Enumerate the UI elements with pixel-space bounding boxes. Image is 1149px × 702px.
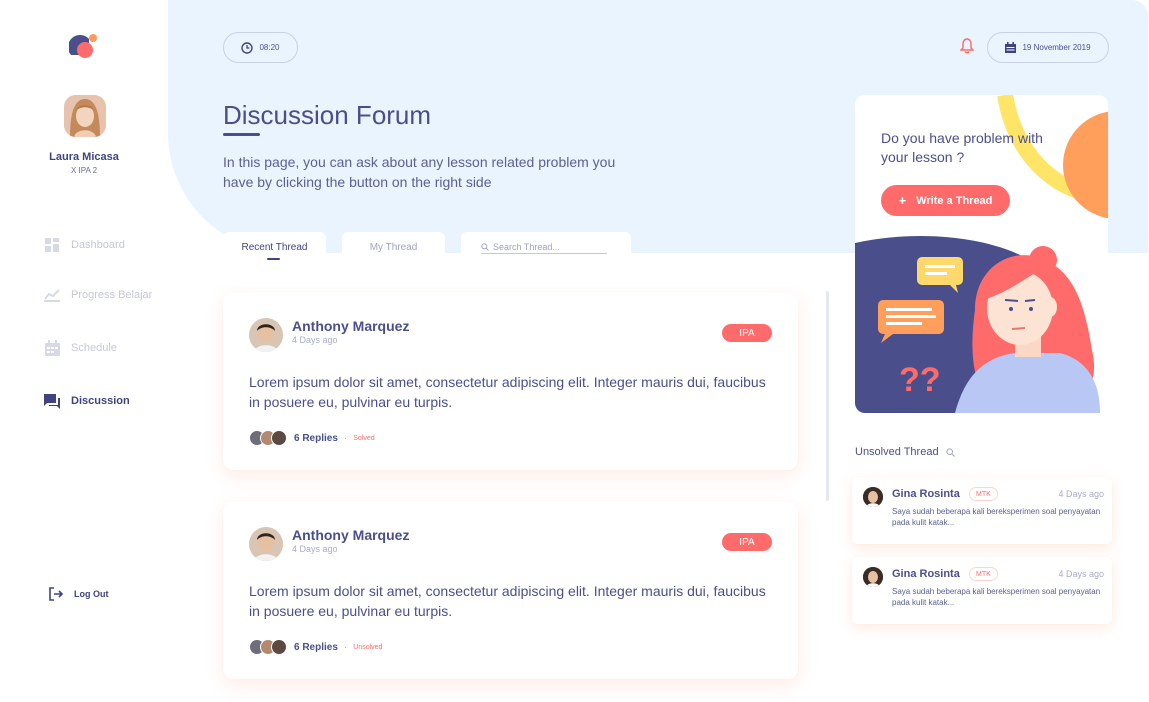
separator: ·: [343, 432, 348, 444]
author-name: Gina Rosinta: [892, 568, 960, 580]
title-underline: [223, 133, 260, 136]
sidebar-item-schedule[interactable]: Schedule: [43, 338, 117, 358]
unsolved-thread-heading: Unsolved Thread: [855, 446, 955, 458]
subject-badge: MTK: [969, 567, 998, 581]
active-tab-indicator: [267, 258, 280, 260]
user-name: Laura Micasa: [49, 151, 119, 163]
clock-icon: [241, 41, 254, 54]
author-avatar[interactable]: [249, 318, 283, 352]
author-name[interactable]: Anthony Marquez: [292, 527, 409, 543]
calendar-icon: [43, 340, 61, 356]
user-class: X IPA 2: [70, 166, 98, 175]
status-label: Unsolved: [353, 643, 383, 651]
write-thread-label: Write a Thread: [916, 194, 993, 207]
sidebar-item-label: Progress Belajar: [71, 289, 153, 301]
sidebar-item-discussion[interactable]: Discussion: [43, 391, 130, 411]
page-title: Discussion Forum: [223, 100, 432, 130]
unsolved-thread-item[interactable]: Gina Rosinta MTK 4 Days ago Saya sudah b…: [852, 477, 1112, 544]
date-value: 19 November 2019: [1022, 43, 1091, 52]
post-time: 4 Days ago: [292, 544, 338, 554]
post-time: 4 Days ago: [292, 335, 338, 345]
time-value: 08:20: [259, 43, 280, 52]
search-icon: [481, 242, 489, 251]
subject-badge: IPA: [722, 324, 772, 342]
post-time: 4 Days ago: [1058, 489, 1104, 499]
search-icon[interactable]: [945, 447, 955, 457]
search-placeholder: Search Thread...: [493, 241, 560, 252]
dashboard-icon: [43, 237, 61, 253]
search-input[interactable]: Search Thread...: [481, 240, 607, 254]
thread-body: Lorem ipsum dolor sit amet, consectetur …: [249, 583, 766, 619]
thread-card[interactable]: Anthony Marquez 4 Days ago IPA Lorem ips…: [223, 292, 798, 470]
unsolved-title-text: Unsolved Thread: [855, 446, 939, 458]
write-thread-promo-card: ?? Do you have problem with your lesson …: [855, 95, 1108, 413]
user-avatar[interactable]: [64, 95, 106, 137]
promo-text: Do you have problem with your lesson ?: [881, 130, 1043, 165]
reply-avatar: [271, 430, 287, 446]
notification-bell-icon[interactable]: [960, 38, 974, 54]
chart-icon: [43, 287, 61, 303]
sidebar-item-label: Schedule: [71, 342, 117, 354]
separator: ·: [343, 641, 348, 653]
sidebar-item-dashboard[interactable]: Dashboard: [43, 235, 125, 255]
app-logo[interactable]: [69, 33, 99, 59]
tab-label: Recent Thread: [241, 241, 308, 253]
sidebar-item-label: Discussion: [71, 395, 130, 407]
thread-card[interactable]: Anthony Marquez 4 Days ago IPA Lorem ips…: [223, 501, 798, 679]
status-label: Solved: [353, 434, 375, 442]
sidebar: Laura Micasa X IPA 2 Dashboard Progress …: [0, 0, 168, 702]
subject-badge: MTK: [969, 487, 998, 501]
tab-label: My Thread: [369, 241, 418, 253]
logout-button[interactable]: Log Out: [48, 586, 109, 602]
svg-text:??: ??: [899, 361, 941, 399]
author-avatar: [863, 487, 883, 507]
search-tab: Search Thread...: [461, 232, 631, 262]
author-avatar: [863, 567, 883, 587]
post-time: 4 Days ago: [1058, 569, 1104, 579]
replies-count[interactable]: 6 Replies: [294, 433, 338, 444]
page-description: In this page, you can ask about any less…: [223, 154, 616, 190]
reply-avatars: [249, 430, 289, 446]
unsolved-thread-item[interactable]: Gina Rosinta MTK 4 Days ago Saya sudah b…: [852, 557, 1112, 624]
replies-count[interactable]: 6 Replies: [294, 642, 338, 653]
logout-icon: [48, 586, 64, 602]
thread-footer: 6 Replies · Unsolved: [249, 639, 382, 655]
subject-badge: IPA: [722, 533, 772, 551]
thread-snippet: Saya sudah beberapa kali bereksperimen s…: [892, 507, 1101, 527]
author-avatar[interactable]: [249, 527, 283, 561]
reply-avatar: [271, 639, 287, 655]
author-name: Gina Rosinta: [892, 488, 960, 500]
reply-avatars: [249, 639, 289, 655]
tab-my-thread[interactable]: My Thread: [342, 232, 445, 262]
sidebar-item-progress[interactable]: Progress Belajar: [43, 285, 152, 305]
calendar-icon: [1005, 42, 1017, 53]
chat-icon: [43, 393, 61, 409]
thread-footer: 6 Replies · Solved: [249, 430, 375, 446]
date-display[interactable]: 19 November 2019: [987, 32, 1109, 63]
time-display: 08:20: [223, 32, 298, 63]
author-name[interactable]: Anthony Marquez: [292, 318, 409, 334]
page: Laura Micasa X IPA 2 Dashboard Progress …: [0, 0, 1149, 702]
plus-icon: +: [898, 193, 907, 208]
thread-scrollbar[interactable]: [826, 291, 829, 501]
logout-label: Log Out: [74, 589, 109, 599]
write-thread-button[interactable]: + Write a Thread: [881, 185, 1010, 216]
sidebar-item-label: Dashboard: [71, 239, 125, 251]
thread-snippet: Saya sudah beberapa kali bereksperimen s…: [892, 587, 1101, 607]
thread-body: Lorem ipsum dolor sit amet, consectetur …: [249, 374, 766, 410]
